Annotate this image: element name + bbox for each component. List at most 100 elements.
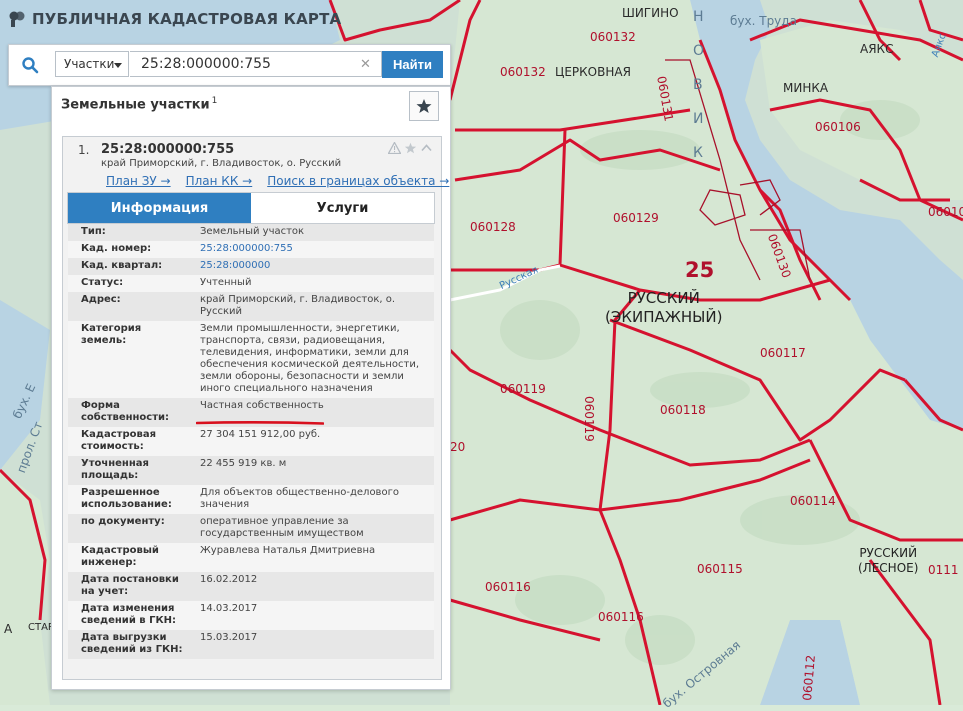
- search-icon[interactable]: [9, 45, 51, 85]
- attr-value-link[interactable]: 25:28:000000:755: [188, 243, 434, 255]
- tab-services[interactable]: Услуги: [251, 193, 434, 223]
- chevron-down-icon: [114, 63, 122, 68]
- quarter-number: 25: [685, 258, 715, 282]
- water-label: бух. Труда: [730, 14, 797, 28]
- parcel-label: 20: [450, 440, 466, 454]
- attr-value: 27 304 151 912,00 руб.: [200, 429, 321, 440]
- parcel-label: 060132: [590, 30, 636, 44]
- attributes-table: Тип: Земельный участок Кад. номер: 25:28:0…: [68, 224, 434, 659]
- card-links: План ЗУ → План КК → Поиск в границах объ…: [106, 174, 449, 188]
- warning-icon[interactable]: [388, 142, 401, 154]
- parcel-label: 060129: [613, 211, 659, 225]
- attr-value: Земли промышленности, энергетики, трансп…: [200, 323, 420, 394]
- attr-value: Для объектов общественно-делового значен…: [200, 487, 399, 510]
- attr-value: Земельный участок: [200, 226, 305, 237]
- attr-key: Форма собственности:: [81, 400, 170, 423]
- attr-row-address: Адрес: край Приморский, г. Владивосток, о…: [68, 292, 434, 321]
- parcel-label: 060128: [470, 220, 516, 234]
- locality-label: РУССКИЙ (ЭКИПАЖНЫЙ): [605, 289, 723, 326]
- attr-row-export-date: Дата выгрузки сведений из ГКН: 15.03.2017: [68, 630, 434, 659]
- parcel-label: 060117: [760, 346, 806, 360]
- attr-value: Журавлева Наталья Дмитриевна: [200, 545, 376, 556]
- panel-title: Земельные участки 1: [61, 96, 217, 112]
- attr-key: Категория земель:: [81, 323, 142, 346]
- parcel-label: 060116: [598, 610, 644, 624]
- parcel-label: 060132: [500, 65, 546, 79]
- locality-label: А: [4, 622, 13, 636]
- attr-row-quarter: Кад. квартал: 25:28:000000: [68, 258, 434, 275]
- attr-value: 15.03.2017: [200, 632, 258, 643]
- result-count: 1: [211, 96, 218, 106]
- search-input[interactable]: [130, 51, 382, 77]
- favorites-button[interactable]: [409, 91, 439, 121]
- parcel-label: 060114: [790, 494, 836, 508]
- parcel-label: 060115: [697, 562, 743, 576]
- parcel-label: 0111: [928, 563, 959, 577]
- attr-key: Кадастровый инженер:: [81, 545, 159, 568]
- attr-key: Дата выгрузки сведений из ГКН:: [81, 632, 183, 655]
- search-type-dropdown[interactable]: Участки: [55, 51, 129, 77]
- locality-label: МИНКА: [783, 81, 829, 95]
- parcel-label: 060119: [582, 396, 596, 442]
- highlight-underline: [196, 421, 324, 425]
- water-label: Н О В И К: [693, 9, 705, 161]
- tab-information[interactable]: Информация: [68, 193, 251, 223]
- attr-key: Кадастровая стоимость:: [81, 429, 156, 452]
- card-actions: [388, 142, 433, 154]
- attr-row-land-category: Категория земель: Земли промышленности, э…: [68, 321, 434, 398]
- attr-key: Разрешенное использование:: [81, 487, 172, 510]
- panel-title-text: Земельные участки: [61, 97, 210, 113]
- locality-label: РУССКИЙ (ЛЕСНОЕ): [858, 546, 919, 575]
- card-index: 1.: [78, 143, 90, 157]
- attr-key: Кад. квартал:: [81, 260, 163, 271]
- search-type-label: Участки: [64, 57, 115, 71]
- attr-row-cadastral-value: Кадастровая стоимость: 27 304 151 912,00 …: [68, 427, 434, 456]
- attr-row-engineer: Кадастровый инженер: Журавлева Наталья Дм…: [68, 543, 434, 572]
- attr-key: Дата изменения сведений в ГКН:: [81, 603, 177, 626]
- attr-row-area: Уточненная площадь: 22 455 919 кв. м: [68, 456, 434, 485]
- card-address: край Приморский, г. Владивосток, о. Русс…: [101, 158, 342, 169]
- attr-value: 14.03.2017: [200, 603, 258, 614]
- attr-key: по документу:: [81, 516, 165, 527]
- star-icon[interactable]: [404, 142, 417, 154]
- attr-value: Учтенный: [200, 277, 252, 288]
- attr-row-registration-date: Дата постановки на учет: 16.02.2012: [68, 572, 434, 601]
- attr-key: Статус:: [81, 277, 124, 288]
- attr-key: Кад. номер:: [81, 243, 152, 254]
- locality-label: ШИГИНО: [622, 6, 679, 20]
- plan-zu-link[interactable]: План ЗУ →: [106, 174, 171, 188]
- attr-row-permitted-use: Разрешенное использование: Для объектов о…: [68, 485, 434, 514]
- attr-row-change-date: Дата изменения сведений в ГКН: 14.03.2017: [68, 601, 434, 630]
- card-cadastral-number[interactable]: 25:28:000000:755: [101, 142, 234, 157]
- parcel-label: 060116: [485, 580, 531, 594]
- attr-key: Адрес:: [81, 294, 121, 305]
- parcel-label: 060118: [660, 403, 706, 417]
- attr-value: оперативное управление за государственны…: [200, 516, 364, 539]
- star-icon: [416, 99, 432, 113]
- app-logo-icon: [9, 11, 25, 27]
- parcel-label: 060106: [815, 120, 861, 134]
- attr-row-type: Тип: Земельный участок: [68, 224, 434, 241]
- attr-row-by-document: по документу: оперативное управление за г…: [68, 514, 434, 543]
- locality-label: АЯКС: [860, 42, 894, 56]
- parcel-label: 060119: [500, 382, 546, 396]
- chevron-up-icon[interactable]: [420, 142, 433, 154]
- attr-key: Уточненная площадь:: [81, 458, 149, 481]
- plan-kk-link[interactable]: План КК →: [186, 174, 253, 188]
- card-tabs: Информация Услуги: [67, 192, 435, 224]
- attr-key: Дата постановки на учет:: [81, 574, 179, 597]
- attr-row-status: Статус: Учтенный: [68, 275, 434, 292]
- attr-key: Тип:: [81, 226, 106, 237]
- parcel-card: 1. 25:28:000000:755 край Приморский, г. …: [62, 136, 449, 680]
- parcel-label: 06010: [928, 205, 963, 219]
- search-button[interactable]: Найти: [382, 51, 443, 78]
- app-title: ПУБЛИЧНАЯ КАДАСТРОВАЯ КАРТА: [32, 10, 342, 28]
- search-in-bounds-link[interactable]: Поиск в границах объекта →: [267, 174, 449, 188]
- results-panel: Земельные участки 1 1. 25:28:000000:755 к…: [51, 86, 451, 690]
- attr-row-cadnum: Кад. номер: 25:28:000000:755: [68, 241, 434, 258]
- locality-label: ЦЕРКОВНАЯ: [555, 65, 631, 79]
- attr-value-link[interactable]: 25:28:000000: [188, 260, 434, 272]
- attr-value: 22 455 919 кв. м: [200, 458, 287, 469]
- attr-value: 16.02.2012: [200, 574, 258, 585]
- clear-icon[interactable]: ✕: [360, 57, 371, 72]
